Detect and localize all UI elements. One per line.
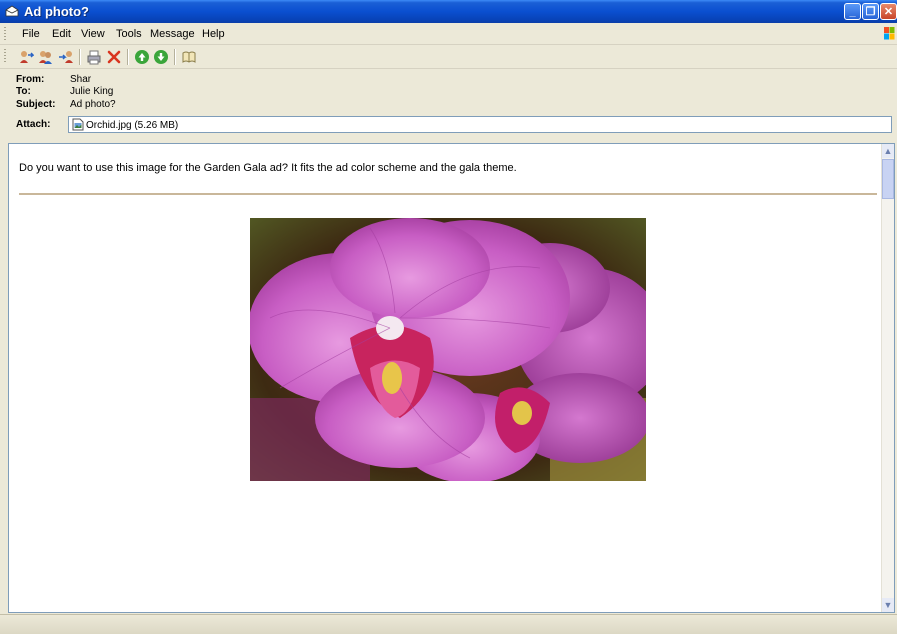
menu-view[interactable]: View <box>81 28 105 40</box>
to-label: To: <box>16 86 31 97</box>
attachment-name: Orchid.jpg (5.26 MB) <box>86 120 179 131</box>
windows-logo-icon <box>884 27 895 40</box>
toolbar-separator <box>127 49 129 65</box>
close-icon: ✕ <box>883 6 894 18</box>
print-icon[interactable] <box>86 49 102 65</box>
attachment-field[interactable]: Orchid.jpg (5.26 MB) <box>68 116 892 133</box>
menu-tools[interactable]: Tools <box>116 28 142 40</box>
toolbar-separator <box>174 49 176 65</box>
message-header: From: Shar To: Julie King Subject: Ad ph… <box>0 69 897 141</box>
to-value[interactable]: Julie King <box>70 86 113 97</box>
reply-icon[interactable] <box>18 49 34 65</box>
menu-file[interactable]: File <box>22 28 40 40</box>
delete-icon[interactable] <box>106 49 122 65</box>
chevron-down-icon: ▼ <box>883 600 893 610</box>
menu-help[interactable]: Help <box>202 28 225 40</box>
minimize-icon: _ <box>849 6 856 18</box>
forward-icon[interactable] <box>58 49 74 65</box>
window-title: Ad photo? <box>24 4 89 19</box>
from-label: From: <box>16 74 45 85</box>
from-value[interactable]: Shar <box>70 74 91 85</box>
reply-all-icon[interactable] <box>38 49 54 65</box>
subject-value: Ad photo? <box>70 99 116 110</box>
attachment-item[interactable]: Orchid.jpg (5.26 MB) <box>72 118 178 131</box>
message-text: Do you want to use this image for the Ga… <box>19 162 517 174</box>
toolbar-separator <box>79 49 81 65</box>
scroll-down-button[interactable]: ▼ <box>882 598 894 612</box>
subject-label: Subject: <box>16 99 56 110</box>
title-bar: Ad photo? _ ❐ ✕ <box>0 0 897 23</box>
next-icon[interactable] <box>153 49 169 65</box>
menu-bar: File Edit View Tools Message Help <box>0 23 897 45</box>
chevron-up-icon: ▲ <box>883 146 893 156</box>
image-file-icon <box>72 118 84 131</box>
menu-edit[interactable]: Edit <box>52 28 71 40</box>
attach-label: Attach: <box>16 119 51 130</box>
orchid-photo <box>250 218 646 481</box>
close-button[interactable]: ✕ <box>880 3 897 20</box>
scroll-up-button[interactable]: ▲ <box>882 144 894 158</box>
restore-icon: ❐ <box>865 6 876 18</box>
restore-button[interactable]: ❐ <box>862 3 879 20</box>
vertical-scrollbar[interactable]: ▲ ▼ <box>881 144 894 612</box>
scroll-thumb[interactable] <box>882 159 894 199</box>
previous-icon[interactable] <box>134 49 150 65</box>
menu-message[interactable]: Message <box>150 28 195 40</box>
envelope-icon <box>5 5 19 17</box>
menu-grip[interactable] <box>4 27 6 40</box>
status-bar <box>0 614 897 634</box>
toolbar-grip[interactable] <box>4 49 6 62</box>
message-body[interactable]: Do you want to use this image for the Ga… <box>8 143 895 613</box>
divider <box>19 193 877 195</box>
addresses-icon[interactable] <box>181 49 197 65</box>
minimize-button[interactable]: _ <box>844 3 861 20</box>
toolbar <box>0 45 897 69</box>
